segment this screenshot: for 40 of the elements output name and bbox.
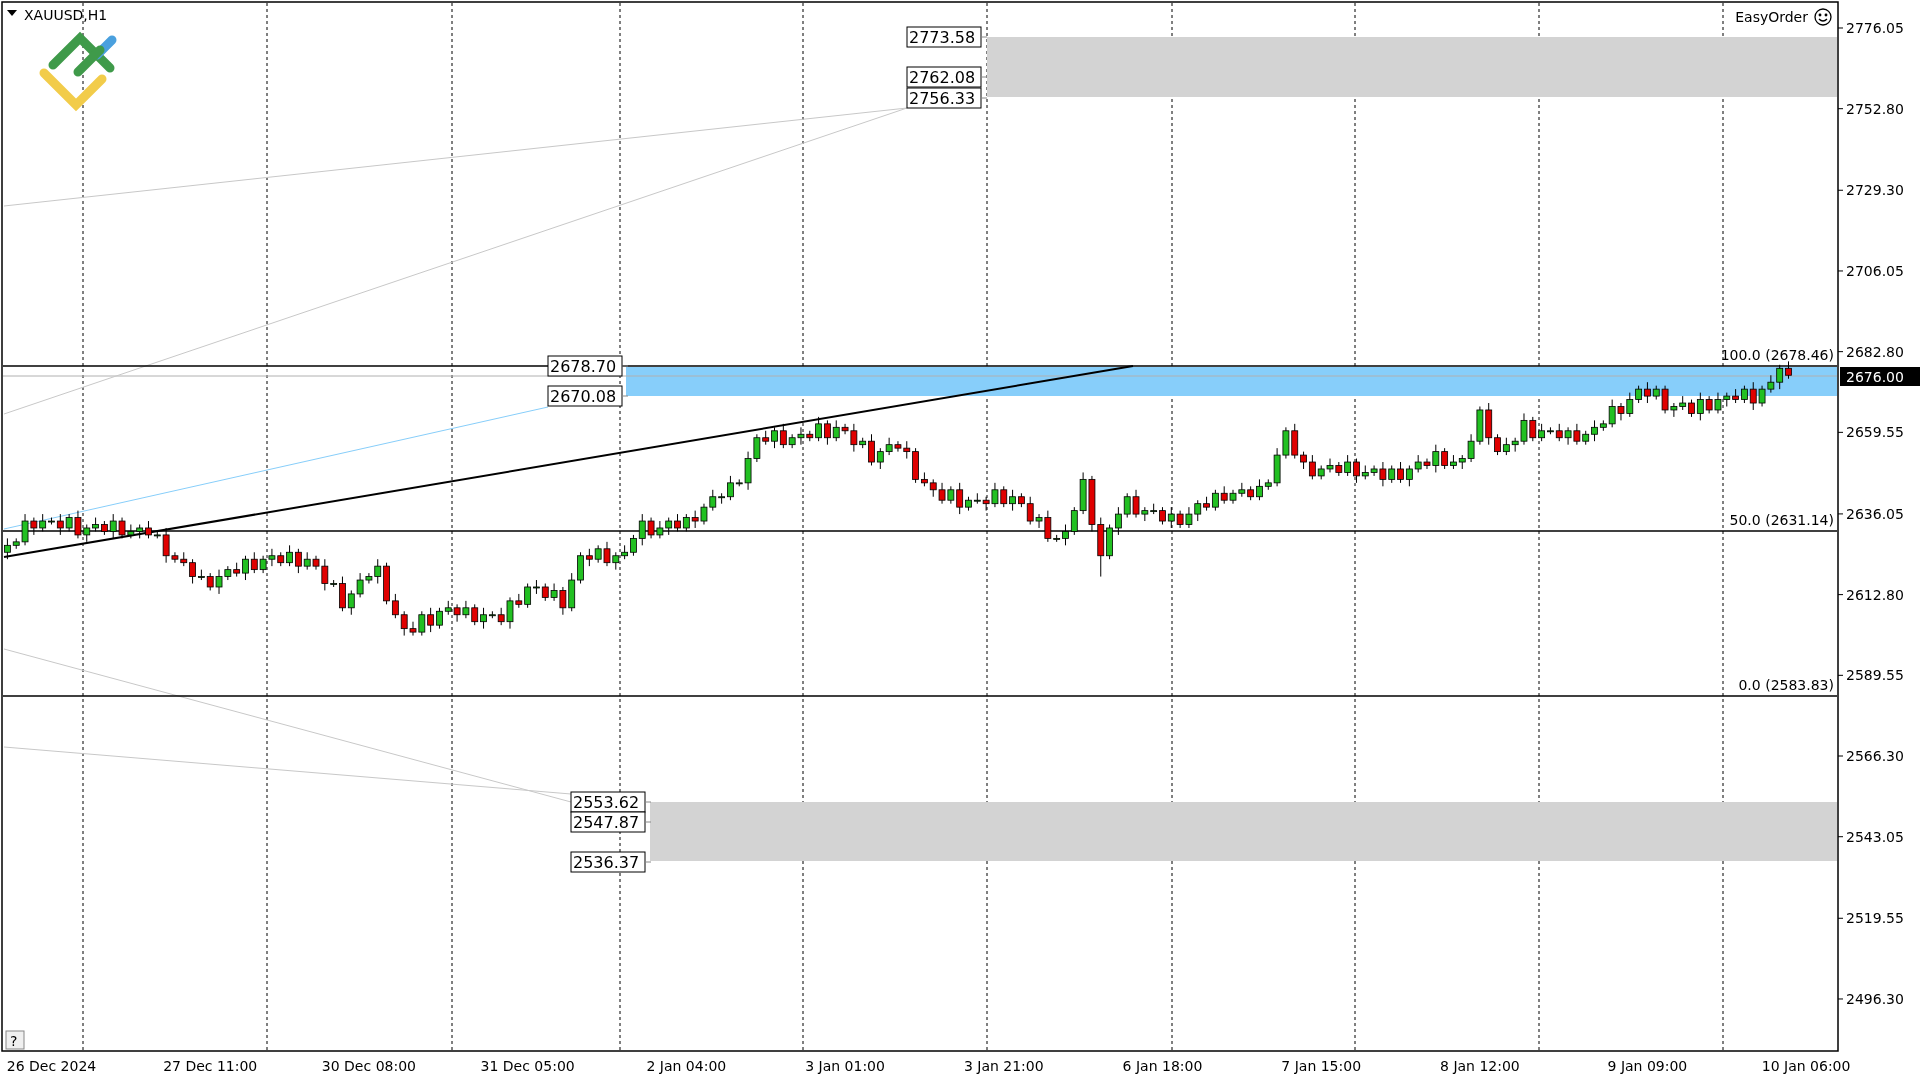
price-axis-label: 2612.80 [1846, 586, 1904, 603]
time-axis-label: 10 Jan 06:00 [1761, 1058, 1851, 1074]
help-button[interactable]: ? [5, 1030, 25, 1050]
time-axis-label: 27 Dec 11:00 [163, 1058, 258, 1074]
price-label: 2678.70 [547, 355, 629, 377]
time-axis-label: 6 Jan 18:00 [1122, 1058, 1203, 1074]
time-axis-label: 9 Jan 09:00 [1607, 1058, 1688, 1074]
time-axis-label: 26 Dec 2024 [6, 1058, 97, 1074]
price-axis-label: 2729.30 [1846, 182, 1904, 199]
indicator-label: EasyOrder [1735, 9, 1808, 25]
price-label: 2536.37 [570, 851, 652, 873]
price-axis-label: 2566.30 [1846, 748, 1904, 764]
fibonacci-label: 100.0 (2678.46) [1720, 347, 1834, 363]
price-axis-label: 2682.80 [1846, 343, 1904, 360]
time-axis-label: 30 Dec 08:00 [321, 1058, 416, 1074]
price-label: 2547.87 [570, 811, 652, 833]
price-label: 2756.33 [906, 87, 988, 109]
fibonacci-label: 0.0 (2583.83) [1738, 677, 1834, 693]
price-axis-label: 2706.05 [1846, 262, 1904, 279]
price-axis-label: 2519.55 [1846, 910, 1904, 927]
time-axis-label: 3 Jan 21:00 [963, 1058, 1044, 1074]
price-axis-label: 2636.05 [1846, 505, 1904, 522]
price-axis-label: 2659.55 [1846, 424, 1904, 441]
time-axis-label: 31 Dec 05:00 [480, 1058, 575, 1074]
price-axis-label: 2776.05 [1846, 20, 1904, 36]
fibonacci-label: 50.0 (2631.14) [1729, 512, 1834, 528]
price-axis-label: 2543.05 [1846, 828, 1904, 845]
time-axis-label: 2 Jan 04:00 [646, 1058, 727, 1074]
time-axis-label: 3 Jan 01:00 [805, 1058, 885, 1074]
price-axis-label: 2752.80 [1846, 100, 1904, 117]
time-axis-label: 8 Jan 12:00 [1440, 1058, 1520, 1074]
price-axis-label: 2589.55 [1846, 667, 1904, 684]
price-label: 2762.08 [906, 66, 988, 88]
price-label: 2773.58 [906, 26, 988, 48]
price-axis-label: 2496.30 [1846, 991, 1904, 1007]
time-axis-label: 7 Jan 15:00 [1281, 1058, 1362, 1074]
price-label: 2670.08 [547, 385, 629, 407]
current-price-label: 2676.00 [1840, 367, 1920, 386]
symbol-label: XAUUSD,H1 [24, 7, 108, 23]
price-label: 2553.62 [570, 791, 652, 813]
